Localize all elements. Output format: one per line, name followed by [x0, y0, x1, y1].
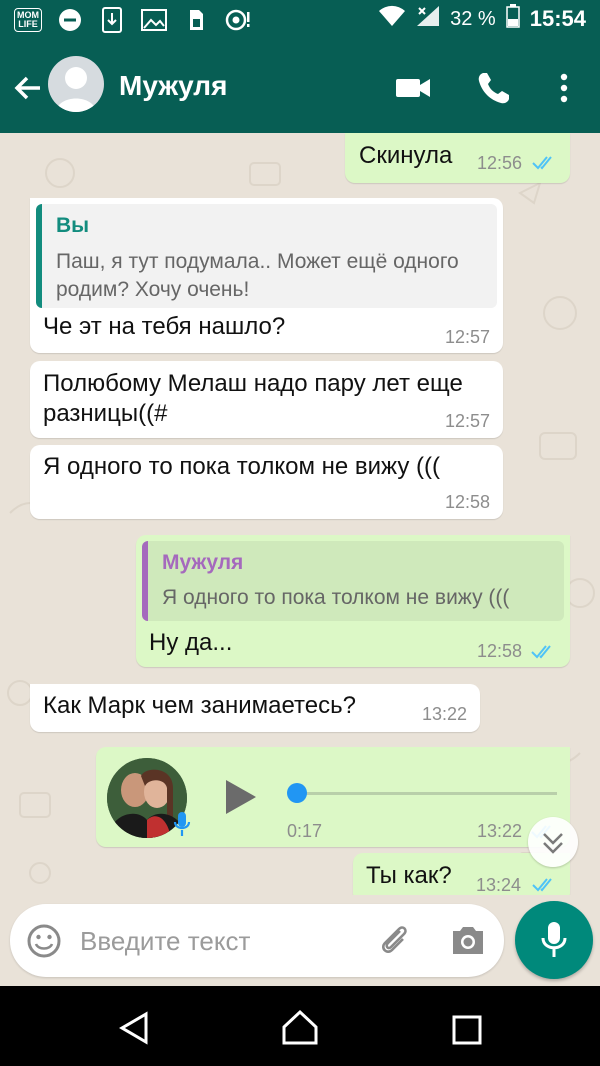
momlife-icon: MOM LIFE: [14, 6, 42, 34]
battery-percent: 32 %: [450, 7, 496, 30]
message-bubble-incoming[interactable]: Полюбому Мелаш надо пару лет еще разницы…: [30, 361, 503, 438]
attach-button[interactable]: [376, 921, 414, 964]
video-call-button[interactable]: [395, 70, 431, 106]
contact-name[interactable]: Мужуля: [119, 70, 227, 102]
message-time: 12:58: [445, 492, 491, 512]
scroll-to-bottom-button[interactable]: [528, 817, 578, 867]
record-voice-button[interactable]: [515, 901, 593, 979]
nav-home-button[interactable]: [280, 1008, 320, 1051]
emoji-button[interactable]: [26, 923, 62, 964]
quoted-message[interactable]: Мужуля Я одного то пока толком не вижу (…: [142, 541, 564, 621]
message-time: 13:24: [476, 875, 522, 895]
clock: 15:54: [529, 6, 586, 31]
message-text: Ну да...: [149, 629, 233, 656]
seekbar-thumb[interactable]: [287, 783, 307, 803]
play-button[interactable]: [222, 777, 260, 822]
quote-author: Мужуля: [162, 551, 244, 574]
message-time: 12:57: [445, 327, 491, 347]
message-time: 13:22: [477, 821, 523, 841]
quote-bar: [142, 541, 148, 621]
wifi-icon: [378, 5, 406, 33]
default-avatar-icon: [56, 67, 96, 112]
download-icon: [98, 6, 126, 34]
message-input-bar: Введите текст: [10, 904, 504, 977]
message-time: 12:58: [477, 641, 523, 661]
nav-back-button[interactable]: [114, 1010, 154, 1051]
message-text: Скинула: [359, 142, 453, 169]
message-bubble-incoming[interactable]: Вы Паш, я тут подумала.. Может ещё одног…: [30, 198, 503, 353]
avatar[interactable]: [48, 56, 104, 112]
quote-text: Я одного то пока толком не вижу (((: [162, 586, 510, 609]
record-icon: [224, 6, 252, 34]
message-text: Ты как?: [366, 862, 452, 889]
quote-author: Вы: [56, 214, 90, 237]
double-check-icon: [531, 645, 551, 659]
system-nav-bar: [0, 986, 600, 1066]
more-vert-icon: [560, 73, 568, 103]
quoted-message[interactable]: Вы Паш, я тут подумала.. Может ещё одног…: [36, 204, 497, 308]
triangle-back-icon: [119, 1011, 148, 1045]
voice-message-bubble[interactable]: 0:17 13:22: [96, 747, 570, 847]
camera-button[interactable]: [450, 923, 486, 962]
image-icon: [140, 6, 168, 34]
message-bubble-incoming[interactable]: Как Марк чем занимаетесь? 13:22: [30, 684, 480, 732]
double-check-icon: [532, 156, 552, 170]
message-time: 12:57: [445, 411, 491, 431]
quote-text: Паш, я тут подумала.. Может ещё одного р…: [56, 250, 459, 301]
square-recents-icon: [452, 1015, 482, 1045]
camera-icon: [453, 927, 483, 954]
battery-icon: [505, 4, 520, 34]
more-options-button[interactable]: [546, 70, 582, 106]
voice-duration: 0:17: [287, 821, 323, 841]
sim-icon: [182, 6, 210, 34]
paperclip-icon: [382, 926, 407, 953]
minus-circle-icon: [56, 6, 84, 34]
microphone-icon: [541, 922, 567, 957]
arrow-left-icon: [14, 76, 40, 100]
double-check-icon: [532, 878, 552, 892]
message-text: Я одного то пока толком не вижу (((: [43, 453, 441, 480]
message-bubble-incoming[interactable]: Я одного то пока толком не вижу ((( 12:5…: [30, 445, 503, 519]
voice-call-button[interactable]: [476, 70, 512, 106]
signal-icon: [416, 5, 440, 33]
message-time: 13:22: [422, 704, 468, 724]
message-bubble-outgoing[interactable]: Скинула 12:56: [345, 133, 570, 183]
video-camera-icon: [396, 79, 430, 97]
chat-header: Мужуля: [0, 40, 600, 133]
nav-recents-button[interactable]: [451, 1014, 483, 1051]
emoji-icon: [27, 924, 61, 958]
play-icon: [226, 780, 256, 814]
microphone-icon: [173, 812, 191, 836]
message-input[interactable]: Введите текст: [80, 926, 250, 957]
voice-seekbar[interactable]: [293, 792, 557, 795]
home-icon: [282, 1009, 318, 1045]
message-text: Как Марк чем занимаетесь?: [43, 692, 356, 719]
double-chevron-down-icon: [543, 833, 563, 854]
message-time: 12:56: [477, 153, 523, 173]
message-bubble-outgoing[interactable]: Мужуля Я одного то пока толком не вижу (…: [136, 535, 570, 667]
chat-area[interactable]: Скинула 12:56 Вы Паш, я тут подумала.. М…: [0, 133, 600, 895]
message-text: Че эт на тебя нашло?: [43, 313, 286, 340]
back-button[interactable]: [10, 70, 46, 106]
message-text: Полюбому Мелаш надо пару лет еще разницы…: [43, 370, 463, 427]
phone-icon: [478, 73, 509, 104]
status-bar: MOM LIFE 32 % 15:54: [0, 0, 600, 40]
quote-bar: [36, 204, 42, 308]
